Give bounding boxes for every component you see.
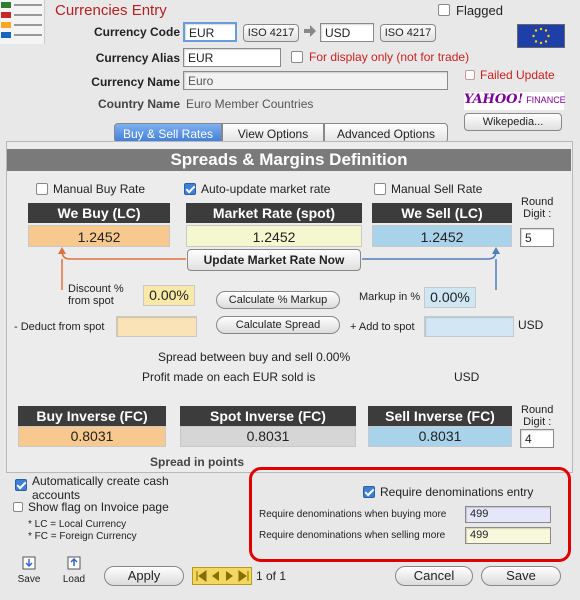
next-record-icon (226, 571, 233, 581)
discount-arrowhead (58, 247, 66, 254)
deduct-label: - Deduct from spot (14, 321, 105, 333)
save-toolbar-item[interactable]: Save (15, 555, 43, 585)
add-to-spot-label: + Add to spot (350, 321, 415, 333)
calculate-markup-button[interactable]: Calculate % Markup (216, 291, 340, 309)
discount-label-line2: from spot (68, 295, 114, 307)
require-selling-label: Require denominations when selling more (259, 530, 446, 541)
show-flag-label: Show flag on Invoice page (28, 500, 169, 514)
update-market-rate-button[interactable]: Update Market Rate Now (187, 249, 361, 271)
fc-note: * FC = Foreign Currency (28, 531, 137, 541)
profit-text: Profit made on each EUR sold is (142, 370, 316, 384)
require-selling-field[interactable]: 499 (465, 527, 551, 544)
discount-label-line1: Discount % (68, 283, 124, 295)
spread-text: Spread between buy and sell 0.00% (158, 350, 351, 364)
load-icon-label: Load (62, 574, 86, 585)
record-navigation[interactable] (192, 567, 252, 585)
discount-label: Discount % from spot (68, 283, 124, 307)
deduct-field[interactable] (116, 316, 197, 337)
apply-button[interactable]: Apply (104, 566, 184, 586)
buy-inverse-value[interactable]: 0.8031 (18, 426, 166, 447)
discount-value-field[interactable]: 0.00% (143, 285, 195, 306)
first-record-icon (196, 570, 207, 582)
markup-arrowhead (492, 247, 500, 254)
markup-label: Markup in % (359, 291, 421, 303)
round-inverse-line1: Round (521, 404, 554, 416)
markup-arrow (362, 250, 497, 260)
auto-create-accounts-label: Automatically create cash accounts (32, 474, 169, 502)
markup-value-field[interactable]: 0.00% (424, 287, 476, 308)
spot-inverse-value[interactable]: 0.8031 (180, 426, 356, 447)
load-toolbar-item[interactable]: Load (60, 555, 88, 585)
last-record-icon (238, 570, 249, 582)
load-icon (67, 556, 81, 570)
require-buying-label: Require denominations when buying more (259, 509, 447, 520)
record-counter: 1 of 1 (256, 569, 287, 583)
calculate-spread-button[interactable]: Calculate Spread (216, 316, 340, 334)
previous-record-icon (212, 571, 219, 581)
save-icon-label: Save (17, 574, 41, 585)
save-button[interactable]: Save (481, 566, 561, 586)
sell-inverse-value[interactable]: 0.8031 (368, 426, 512, 447)
round-inverse-field[interactable]: 4 (520, 429, 554, 448)
discount-arrow (61, 250, 186, 260)
require-denominations-label: Require denominations entry (380, 485, 534, 499)
save-icon (22, 556, 36, 570)
profit-currency: USD (454, 370, 480, 384)
show-flag-checkbox[interactable] (13, 502, 23, 512)
round-inverse-line2: Digit : (523, 416, 552, 428)
sell-inverse-header: Sell Inverse (FC) (368, 406, 512, 426)
auto-create-line1: Automatically create cash (32, 474, 169, 488)
round-inverse-label: Round Digit : (521, 404, 553, 428)
lc-note: * LC = Local Currency (28, 519, 127, 530)
require-denominations-checkbox[interactable] (363, 486, 375, 498)
buy-inverse-header: Buy Inverse (FC) (18, 406, 166, 426)
auto-create-accounts-checkbox[interactable] (15, 479, 27, 491)
require-buying-field[interactable]: 499 (465, 506, 551, 523)
cancel-button[interactable]: Cancel (395, 566, 473, 586)
spread-points-label: Spread in points (150, 455, 245, 469)
add-currency-label: USD (518, 318, 544, 332)
spot-inverse-header: Spot Inverse (FC) (180, 406, 356, 426)
add-to-spot-field[interactable] (424, 316, 514, 337)
